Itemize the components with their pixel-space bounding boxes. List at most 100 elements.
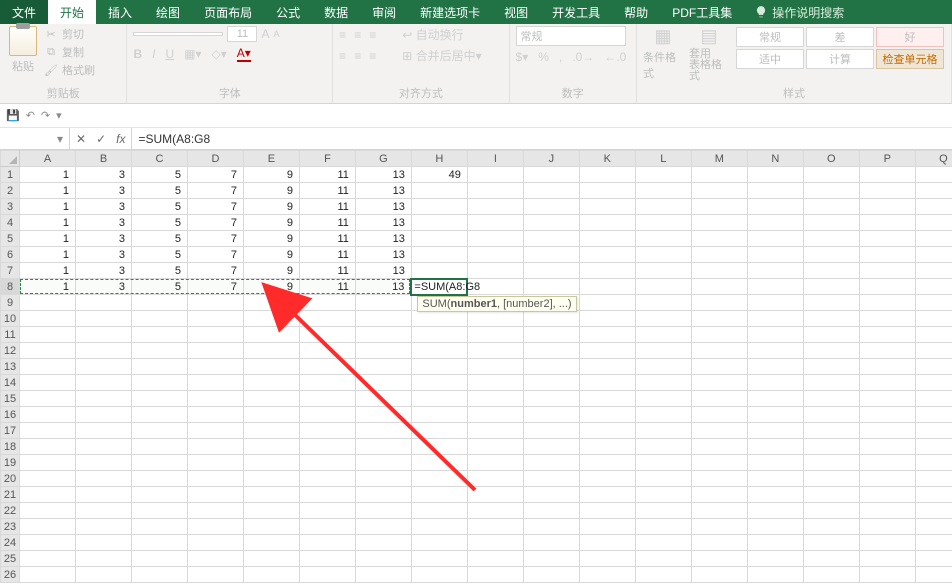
cell[interactable] bbox=[691, 407, 747, 423]
cell[interactable]: 3 bbox=[76, 263, 132, 279]
cell[interactable] bbox=[411, 311, 467, 327]
cell[interactable]: 1 bbox=[20, 167, 76, 183]
cell[interactable]: 3 bbox=[76, 183, 132, 199]
cell[interactable] bbox=[411, 487, 467, 503]
cell[interactable] bbox=[803, 407, 859, 423]
cell[interactable] bbox=[131, 327, 187, 343]
cell[interactable] bbox=[579, 199, 635, 215]
cell[interactable] bbox=[915, 167, 952, 183]
col-header[interactable]: D bbox=[187, 151, 243, 167]
cell[interactable]: 7 bbox=[187, 279, 243, 295]
row-header[interactable]: 25 bbox=[1, 551, 20, 567]
cell[interactable] bbox=[915, 343, 952, 359]
cell[interactable] bbox=[859, 199, 915, 215]
cell[interactable] bbox=[411, 551, 467, 567]
cell[interactable] bbox=[915, 231, 952, 247]
align-top-button[interactable]: ≡ bbox=[339, 28, 346, 42]
cell[interactable] bbox=[20, 567, 76, 583]
cell[interactable] bbox=[187, 455, 243, 471]
cell[interactable] bbox=[411, 407, 467, 423]
cell[interactable] bbox=[76, 535, 132, 551]
cell[interactable] bbox=[131, 567, 187, 583]
cell[interactable] bbox=[803, 295, 859, 311]
cell[interactable] bbox=[299, 535, 355, 551]
row-header[interactable]: 16 bbox=[1, 407, 20, 423]
col-header[interactable]: G bbox=[355, 151, 411, 167]
cell[interactable] bbox=[76, 519, 132, 535]
tab-review[interactable]: 审阅 bbox=[360, 0, 408, 24]
cell[interactable] bbox=[579, 327, 635, 343]
col-header[interactable]: Q bbox=[915, 151, 952, 167]
cell[interactable] bbox=[691, 551, 747, 567]
cell[interactable] bbox=[411, 375, 467, 391]
cell[interactable] bbox=[803, 279, 859, 295]
italic-button[interactable]: I bbox=[152, 47, 155, 61]
cell[interactable] bbox=[915, 439, 952, 455]
col-header[interactable]: N bbox=[747, 151, 803, 167]
cell[interactable] bbox=[915, 487, 952, 503]
cell[interactable] bbox=[915, 423, 952, 439]
cell[interactable] bbox=[803, 471, 859, 487]
cell[interactable] bbox=[635, 455, 691, 471]
cell[interactable] bbox=[355, 535, 411, 551]
cell[interactable] bbox=[579, 375, 635, 391]
cell[interactable] bbox=[691, 327, 747, 343]
cell[interactable] bbox=[579, 167, 635, 183]
cell[interactable] bbox=[523, 247, 579, 263]
cell[interactable] bbox=[691, 311, 747, 327]
row-header[interactable]: 21 bbox=[1, 487, 20, 503]
cell[interactable] bbox=[915, 279, 952, 295]
cell[interactable] bbox=[411, 455, 467, 471]
cell[interactable] bbox=[803, 183, 859, 199]
cell[interactable] bbox=[20, 455, 76, 471]
cell[interactable] bbox=[691, 391, 747, 407]
cell[interactable]: 5 bbox=[131, 167, 187, 183]
insert-function-button[interactable]: fx bbox=[116, 132, 125, 146]
cell[interactable] bbox=[859, 551, 915, 567]
cell[interactable] bbox=[467, 471, 523, 487]
cell[interactable] bbox=[467, 215, 523, 231]
cell[interactable] bbox=[747, 471, 803, 487]
cell[interactable] bbox=[76, 567, 132, 583]
increase-decimal-button[interactable]: .0→ bbox=[572, 50, 594, 64]
comma-button[interactable]: , bbox=[559, 50, 562, 64]
cell[interactable] bbox=[187, 295, 243, 311]
col-header[interactable]: E bbox=[243, 151, 299, 167]
cell[interactable] bbox=[467, 231, 523, 247]
cell[interactable] bbox=[523, 455, 579, 471]
cell[interactable] bbox=[635, 263, 691, 279]
cell[interactable] bbox=[691, 567, 747, 583]
cell[interactable] bbox=[467, 439, 523, 455]
cell[interactable] bbox=[355, 423, 411, 439]
cell[interactable] bbox=[915, 199, 952, 215]
cell[interactable] bbox=[355, 567, 411, 583]
cell[interactable] bbox=[915, 407, 952, 423]
cell[interactable] bbox=[859, 519, 915, 535]
cell[interactable] bbox=[859, 567, 915, 583]
cell[interactable]: 5 bbox=[131, 247, 187, 263]
cell[interactable] bbox=[915, 215, 952, 231]
tab-help[interactable]: 帮助 bbox=[612, 0, 660, 24]
cell[interactable] bbox=[467, 327, 523, 343]
cell[interactable] bbox=[859, 503, 915, 519]
cell[interactable] bbox=[579, 423, 635, 439]
cell[interactable] bbox=[803, 327, 859, 343]
col-header[interactable]: H bbox=[411, 151, 467, 167]
style-check[interactable]: 检查单元格 bbox=[876, 49, 944, 69]
cell[interactable] bbox=[635, 439, 691, 455]
bold-button[interactable]: B bbox=[133, 47, 142, 61]
cell[interactable] bbox=[187, 311, 243, 327]
cell[interactable] bbox=[131, 455, 187, 471]
cell[interactable] bbox=[243, 327, 299, 343]
decrease-font-button[interactable]: A bbox=[273, 29, 279, 39]
cell[interactable] bbox=[579, 359, 635, 375]
cell[interactable] bbox=[76, 359, 132, 375]
cell[interactable] bbox=[355, 391, 411, 407]
qat-save[interactable]: 💾 bbox=[6, 109, 20, 122]
cell[interactable] bbox=[803, 487, 859, 503]
cell[interactable] bbox=[747, 279, 803, 295]
cell[interactable] bbox=[131, 487, 187, 503]
cell[interactable] bbox=[131, 375, 187, 391]
cell[interactable] bbox=[747, 439, 803, 455]
cell[interactable]: 7 bbox=[187, 231, 243, 247]
